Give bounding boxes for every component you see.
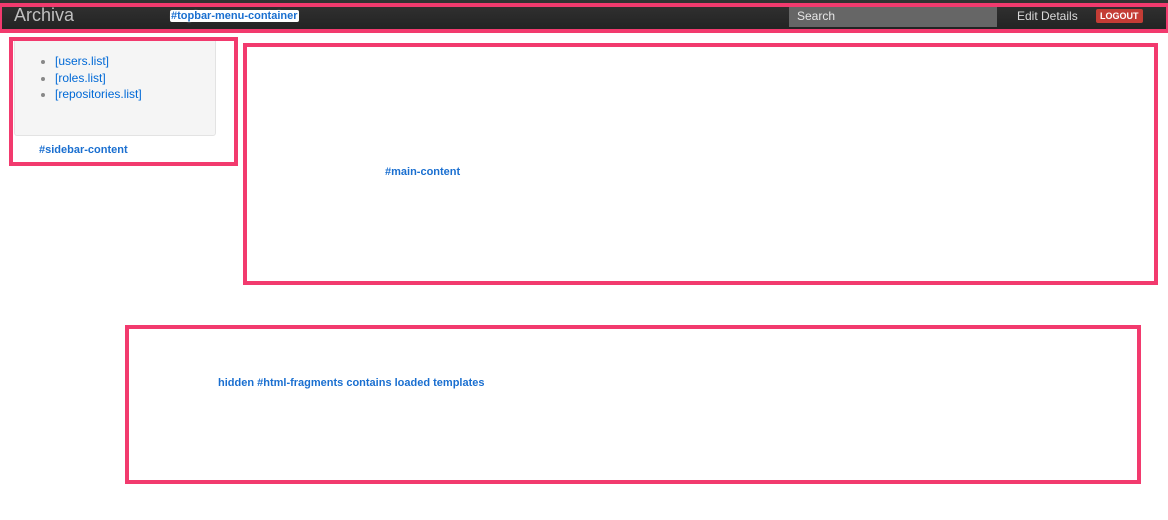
topbar-annotation-text: #topbar-menu-container — [170, 10, 299, 22]
html-fragments-highlight-box — [125, 325, 1141, 484]
main-content-highlight-box — [243, 43, 1158, 285]
sidebar-annotation-label: #sidebar-content — [39, 144, 128, 156]
diagram-canvas: Archiva Edit Details LOGOUT [users.list]… — [0, 0, 1168, 520]
main-content-annotation-label: #main-content — [385, 166, 461, 178]
topbar-annotation-label: #topbar-menu-container — [170, 10, 299, 22]
html-fragments-annotation-label: hidden #html-fragments contains loaded t… — [218, 377, 485, 389]
